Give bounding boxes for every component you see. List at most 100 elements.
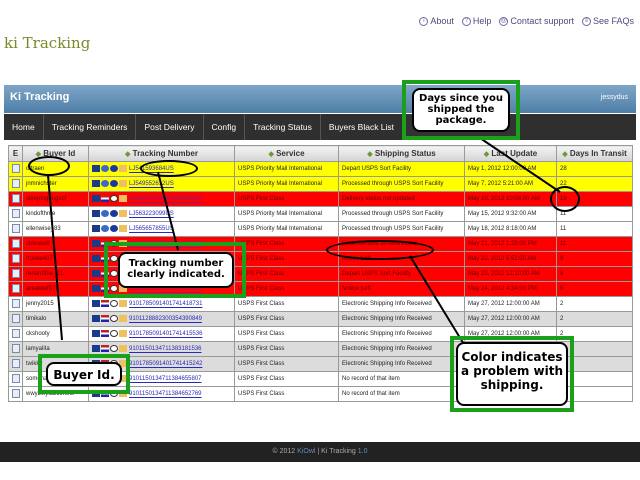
main-nav: Home Tracking Reminders Post Delivery Co… xyxy=(4,114,636,140)
nav-tracking-reminders[interactable]: Tracking Reminders xyxy=(44,114,137,140)
edit-cell[interactable] xyxy=(8,296,23,312)
edit-cell[interactable] xyxy=(8,341,23,357)
column-header-last-update[interactable]: ◆ Last Update xyxy=(464,145,557,162)
column-header-service[interactable]: ◆ Service xyxy=(234,145,339,162)
edit-icon[interactable] xyxy=(12,208,20,218)
nav-home[interactable]: Home xyxy=(4,114,44,140)
edit-icon[interactable] xyxy=(12,298,20,308)
edit-icon[interactable] xyxy=(12,163,20,173)
footer-brand-link[interactable]: KiOwl xyxy=(297,448,315,455)
tracking-number-link[interactable]: LJ565657855US xyxy=(129,227,174,233)
edit-icon[interactable] xyxy=(12,328,20,338)
edit-cell[interactable] xyxy=(8,206,23,222)
tracking-number-link[interactable]: 9101785091401741418731 xyxy=(129,302,202,308)
envelope-icon[interactable] xyxy=(119,165,127,173)
edit-cell[interactable] xyxy=(8,161,23,177)
edit-icon[interactable] xyxy=(12,223,20,233)
shipping-status-cell: Electronic Shipping Info Received xyxy=(338,356,465,372)
edit-icon[interactable] xyxy=(12,358,20,368)
table-row: ellenwise_83 LJ565657855US USPS Priority M… xyxy=(8,221,633,237)
nav-post-delivery[interactable]: Post Delivery xyxy=(136,114,204,140)
column-header-shipping-status[interactable]: ◆ Shipping Status xyxy=(338,145,465,162)
help-link[interactable]: ? Help xyxy=(461,16,491,26)
last-update-cell: May 24, 2012 4:34:00 PM xyxy=(464,281,557,297)
logo[interactable]: ki Tracking xyxy=(4,34,90,52)
edit-icon[interactable] xyxy=(12,373,20,383)
table-row: kindofthme LJ563223099US USPS Priority Mai… xyxy=(8,206,633,222)
edit-cell[interactable] xyxy=(8,356,23,372)
tracking-number-link[interactable]: LJ563223099US xyxy=(129,212,174,218)
envelope-icon[interactable] xyxy=(119,300,127,308)
tracking-number-link[interactable]: 9101150134711384655807 xyxy=(129,377,202,383)
usps-icon xyxy=(92,225,100,233)
envelope-icon[interactable] xyxy=(119,180,127,188)
edit-cell[interactable] xyxy=(8,251,23,267)
edit-icon[interactable] xyxy=(12,193,20,203)
app-title: Ki Tracking xyxy=(10,91,70,103)
tracking-number-link[interactable]: LJ549552612US xyxy=(129,182,174,188)
edit-cell[interactable] xyxy=(8,176,23,192)
faq-link[interactable]: ≡ See FAQs xyxy=(581,16,634,26)
callout-color-text: Color indicates a problem with shipping. xyxy=(456,342,568,406)
edit-cell[interactable] xyxy=(8,281,23,297)
days-in-transit-cell: 2 xyxy=(556,311,633,327)
table-row: oltraen LJ541593684US USPS Priority Mail I… xyxy=(8,161,633,177)
tracking-number-link[interactable]: 9101785091401741415242 xyxy=(129,362,202,368)
edit-icon[interactable] xyxy=(12,388,20,398)
envelope-icon[interactable] xyxy=(119,195,127,203)
last-update-cell: May 10, 2012 10:06:00 AM xyxy=(464,191,557,207)
envelope-icon[interactable] xyxy=(119,315,127,323)
edit-cell[interactable] xyxy=(8,191,23,207)
column-header-days-in-transit[interactable]: ◆ Days In Transit xyxy=(556,145,633,162)
contact-support-link[interactable]: @ Contact support xyxy=(499,16,574,26)
username[interactable]: jessydus xyxy=(601,94,628,101)
carrier-icons xyxy=(92,210,127,218)
edit-cell[interactable] xyxy=(8,266,23,282)
footer-version-link[interactable]: 1.0 xyxy=(358,448,368,455)
buyer-id-cell: rtooke407 xyxy=(22,251,89,267)
envelope-icon[interactable] xyxy=(119,225,127,233)
about-link[interactable]: i About xyxy=(419,16,454,26)
edit-cell[interactable] xyxy=(8,371,23,387)
carrier-icons xyxy=(92,330,127,338)
tracking-number-link[interactable]: 9101150134711383181536 xyxy=(129,347,202,353)
edit-cell[interactable] xyxy=(8,236,23,252)
edit-cell[interactable] xyxy=(8,221,23,237)
tracking-number-link[interactable]: 9101150922000202883186 xyxy=(129,197,202,203)
edit-cell[interactable] xyxy=(8,311,23,327)
envelope-icon[interactable] xyxy=(119,330,127,338)
envelope-icon[interactable] xyxy=(119,345,127,353)
page: i About ? Help @ Contact support ≡ See FAQs … xyxy=(0,0,640,480)
envelope-icon[interactable] xyxy=(119,210,127,218)
tracking-number-link[interactable]: 9101150134711384652769 xyxy=(129,392,202,398)
usps-icon xyxy=(92,210,100,218)
edit-cell[interactable] xyxy=(8,386,23,402)
usps-icon xyxy=(92,285,100,293)
carrier-icons xyxy=(92,225,127,233)
usps-icon xyxy=(92,180,100,188)
last-update-cell: May 1, 2012 12:00:00 AM xyxy=(464,161,557,177)
edit-icon[interactable] xyxy=(12,268,20,278)
nav-config[interactable]: Config xyxy=(204,114,246,140)
nav-buyers-black-list[interactable]: Buyers Black List xyxy=(321,114,404,140)
shipping-status-cell: No record of that item xyxy=(338,386,465,402)
last-update-cell: May 22, 2012 5:51:00 AM xyxy=(464,251,557,267)
column-header-tracking-number[interactable]: ◆ Tracking Number xyxy=(88,145,235,162)
callout-days-text: Days since you shipped the package. xyxy=(412,88,510,132)
tracking-number-link[interactable]: 9101128882300354390849 xyxy=(129,317,202,323)
us-flag-icon xyxy=(101,330,109,338)
edit-cell[interactable] xyxy=(8,326,23,342)
edit-icon[interactable] xyxy=(12,238,20,248)
column-header-edit[interactable]: E xyxy=(8,145,23,162)
edit-icon[interactable] xyxy=(12,253,20,263)
annotation-ring-tracking xyxy=(140,160,198,177)
edit-icon[interactable] xyxy=(12,178,20,188)
buyer-id-cell: jnmnichster xyxy=(22,176,89,192)
edit-icon[interactable] xyxy=(12,343,20,353)
service-cell: USPS First Class xyxy=(234,341,339,357)
nav-tracking-status[interactable]: Tracking Status xyxy=(245,114,321,140)
first-class-icon xyxy=(110,330,118,338)
edit-icon[interactable] xyxy=(12,313,20,323)
edit-icon[interactable] xyxy=(12,283,20,293)
tracking-number-link[interactable]: 9101785091401741415536 xyxy=(129,332,202,338)
